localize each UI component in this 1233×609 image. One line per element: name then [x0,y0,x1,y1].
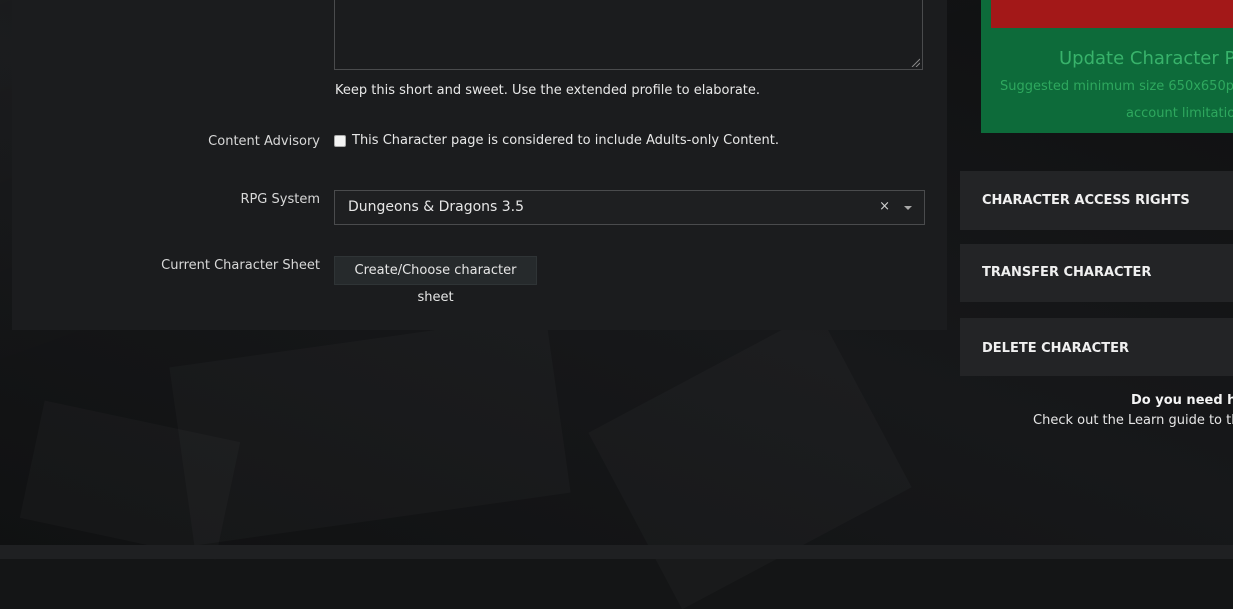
resize-grip-icon[interactable] [910,57,920,67]
rpg-system-select[interactable]: Dungeons & Dragons 3.5 × [334,190,925,225]
clear-selection-icon[interactable]: × [879,199,890,214]
avatar-size-hint: Suggested minimum size 650x650p [1000,79,1233,94]
update-avatar-title[interactable]: Update Character Pro [1059,48,1233,69]
update-avatar-panel[interactable]: Update Character Pro Suggested minimum s… [981,0,1233,133]
help-text: Check out the Learn guide to the [1033,413,1233,428]
help-title: Do you need hel [1131,393,1233,408]
content-advisory-label: Content Advisory [208,134,320,149]
adult-content-checkbox-label[interactable]: This Character page is considered to inc… [352,133,779,148]
character-sheet-label: Current Character Sheet [161,258,320,273]
avatar-limit-hint: account limitatio [1126,106,1233,121]
adult-content-checkbox[interactable] [334,135,346,147]
background-shape [169,314,570,545]
delete-character-button[interactable]: DELETE CHARACTER [960,318,1233,376]
avatar-image [991,0,1233,28]
transfer-character-button[interactable]: TRANSFER CHARACTER [960,244,1233,302]
footer-strip [0,545,1233,559]
description-textarea[interactable] [334,0,923,70]
rpg-system-selected-value: Dungeons & Dragons 3.5 [348,199,525,215]
rpg-system-label: RPG System [240,192,320,207]
description-hint: Keep this short and sweet. Use the exten… [335,83,761,98]
background-shape [588,311,911,609]
chevron-down-icon[interactable] [904,206,912,210]
character-access-rights-button[interactable]: CHARACTER ACCESS RIGHTS [960,171,1233,230]
create-character-sheet-button[interactable]: Create/Choose character sheet [334,256,537,305]
